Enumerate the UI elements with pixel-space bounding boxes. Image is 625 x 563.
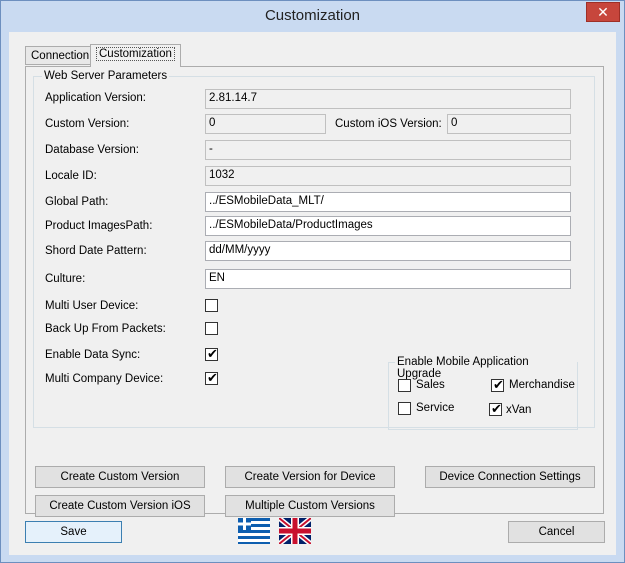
short-date-pattern-label: Shord Date Pattern: bbox=[45, 245, 147, 257]
short-date-pattern-input[interactable]: dd/MM/yyyy bbox=[205, 241, 571, 261]
multi-company-device-checkbox[interactable]: ✔ bbox=[205, 370, 218, 385]
tab-customization-label: Customization bbox=[96, 47, 175, 61]
enable-data-sync-checkbox[interactable]: ✔ bbox=[205, 346, 218, 361]
device-connection-settings-button[interactable]: Device Connection Settings bbox=[425, 466, 595, 488]
custom-version-label: Custom Version: bbox=[45, 118, 130, 130]
database-version-label: Database Version: bbox=[45, 144, 139, 156]
product-images-path-input[interactable]: ../ESMobileData/ProductImages bbox=[205, 216, 571, 236]
custom-ios-version-field[interactable]: 0 bbox=[447, 114, 571, 134]
service-label: Service bbox=[416, 402, 455, 414]
global-path-label: Global Path: bbox=[45, 196, 109, 208]
close-icon: ✕ bbox=[597, 4, 609, 20]
check-icon: ✔ bbox=[207, 370, 218, 385]
back-up-from-packets-checkbox[interactable] bbox=[205, 322, 218, 335]
multi-user-device-label: Multi User Device: bbox=[45, 300, 139, 312]
mobile-upgrade-group: Enable Mobile Application Upgrade Sales … bbox=[388, 356, 578, 430]
culture-label: Culture: bbox=[45, 273, 86, 285]
tab-connection[interactable]: Connection bbox=[25, 46, 96, 65]
xvan-label: xVan bbox=[506, 404, 532, 416]
app-version-field[interactable]: 2.81.14.7 bbox=[205, 89, 571, 109]
web-server-parameters-legend: Web Server Parameters bbox=[42, 70, 170, 82]
check-icon: ✔ bbox=[491, 401, 502, 416]
mobile-upgrade-legend: Enable Mobile Application Upgrade bbox=[395, 356, 577, 380]
service-checkbox[interactable] bbox=[398, 402, 411, 415]
culture-input[interactable]: EN bbox=[205, 269, 571, 289]
multi-company-device-label: Multi Company Device: bbox=[45, 373, 164, 385]
check-icon: ✔ bbox=[493, 377, 504, 392]
product-images-path-label: Product ImagesPath: bbox=[45, 220, 153, 232]
merchandise-checkbox[interactable]: ✔ bbox=[491, 377, 504, 392]
locale-id-field[interactable]: 1032 bbox=[205, 166, 571, 186]
custom-ios-version-label: Custom iOS Version: bbox=[335, 118, 442, 130]
sales-checkbox[interactable] bbox=[398, 379, 411, 392]
sales-label: Sales bbox=[416, 379, 445, 391]
create-custom-version-button[interactable]: Create Custom Version bbox=[35, 466, 205, 488]
enable-data-sync-label: Enable Data Sync: bbox=[45, 349, 141, 361]
create-custom-version-ios-button[interactable]: Create Custom Version iOS bbox=[35, 495, 205, 517]
global-path-input[interactable]: ../ESMobileData_MLT/ bbox=[205, 192, 571, 212]
title-bar[interactable]: Customization ✕ bbox=[1, 1, 624, 33]
merchandise-label: Merchandise bbox=[509, 379, 575, 391]
web-server-parameters-group: Web Server Parameters Application Versio… bbox=[33, 70, 595, 430]
tab-customization[interactable]: Customization bbox=[90, 44, 181, 67]
window-title: Customization bbox=[264, 7, 361, 24]
save-button[interactable]: Save bbox=[25, 521, 122, 543]
check-icon: ✔ bbox=[207, 346, 218, 361]
back-up-from-packets-label: Back Up From Packets: bbox=[45, 323, 166, 335]
custom-version-field[interactable]: 0 bbox=[205, 114, 326, 134]
multi-user-device-checkbox[interactable] bbox=[205, 299, 218, 312]
client-area: Connection Customization Web Server Para… bbox=[9, 32, 616, 555]
customization-window: Customization ✕ Connection Customization… bbox=[0, 0, 625, 563]
database-version-field[interactable]: - bbox=[205, 140, 571, 160]
app-version-label: Application Version: bbox=[45, 92, 147, 104]
tab-connection-label: Connection bbox=[31, 50, 90, 62]
xvan-checkbox[interactable]: ✔ bbox=[489, 401, 502, 416]
create-version-for-device-button[interactable]: Create Version for Device bbox=[225, 466, 395, 488]
close-button[interactable]: ✕ bbox=[586, 2, 620, 22]
locale-id-label: Locale ID: bbox=[45, 170, 97, 182]
greek-flag-icon[interactable] bbox=[238, 518, 270, 544]
uk-flag-icon[interactable] bbox=[279, 518, 311, 544]
cancel-button[interactable]: Cancel bbox=[508, 521, 605, 543]
multiple-custom-versions-button[interactable]: Multiple Custom Versions bbox=[225, 495, 395, 517]
customization-tab-panel: Web Server Parameters Application Versio… bbox=[25, 66, 604, 517]
